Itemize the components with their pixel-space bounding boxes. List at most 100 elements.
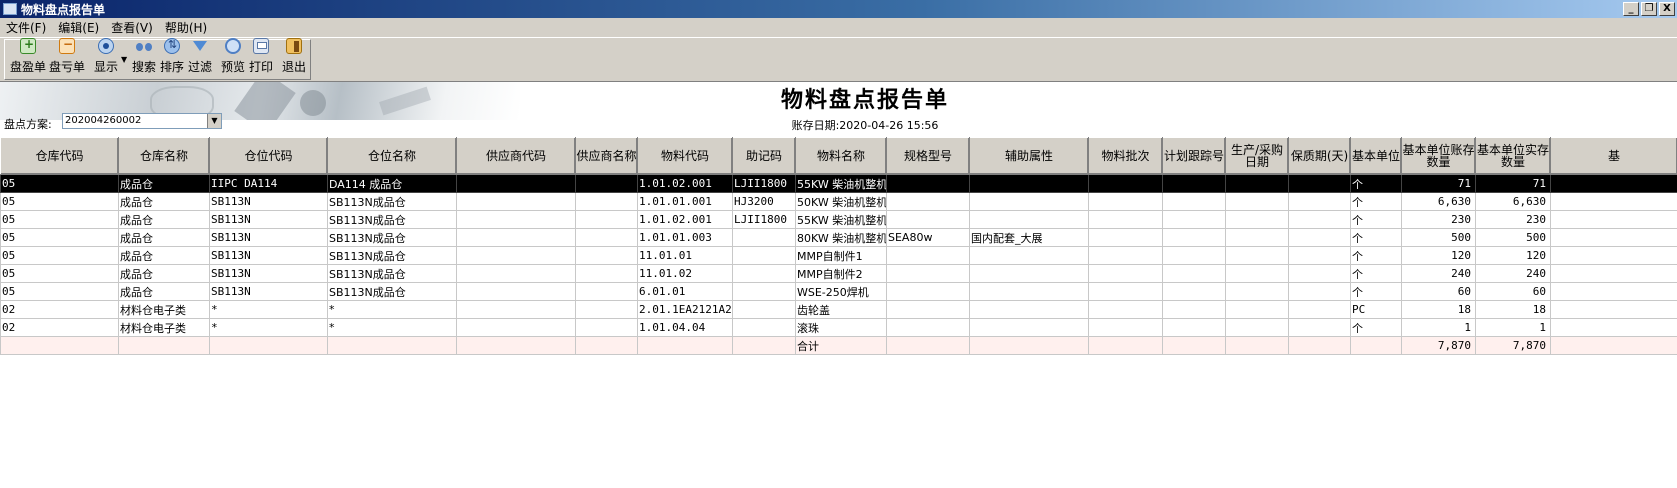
table-cell: 60 [1401,282,1476,301]
column-header[interactable]: 物料代码 [637,137,733,175]
table-cell [1225,210,1289,229]
table-row[interactable]: 05 成品仓 IIPC DA114 DA114 成品仓 1.01.02.001 LJII1… [0,174,1677,193]
column-header[interactable]: 保质期(天) [1288,137,1351,175]
sort-label: 排序 [159,60,184,74]
loss-order-button[interactable]: 盘亏单 [48,37,86,78]
table-cell [1550,228,1677,247]
table-row[interactable]: 02材料仓电子类**2.01.1EA2121A2840齿轮盖PC1818 [0,300,1677,319]
table-cell: SB113N成品仓 [327,210,457,229]
table-cell [1550,318,1677,337]
column-header[interactable]: 基本单位账存数量 [1401,137,1476,175]
table-cell [1088,192,1163,211]
table-cell [1162,192,1226,211]
table-row[interactable]: 05 成品仓 SB113N SB113N成品仓 11.01.01 MMP自制件1 个 120 1… [0,246,1677,265]
table-cell: SB113N [209,246,328,265]
column-header[interactable]: 助记码 [732,137,796,175]
table-cell: SB113N [209,282,328,301]
window-titlebar: 物料盘点报告单 _ ❐ X [0,0,1677,18]
table-cell: 2.01.1EA2121A2840 [637,300,733,319]
scheme-select[interactable]: 202004260002 ▼ [62,113,222,129]
chevron-down-icon[interactable]: ▼ [207,114,221,128]
column-header[interactable]: 仓库名称 [118,137,210,175]
column-header[interactable]: 仓位代码 [209,137,328,175]
restore-button[interactable]: ❐ [1641,2,1657,16]
table-cell: SB113N [209,210,328,229]
close-button[interactable]: X [1659,2,1675,16]
filter-button[interactable]: 过滤 [186,38,214,78]
column-header[interactable]: 仓库代码 [0,137,119,175]
minimize-button[interactable]: _ [1623,2,1639,16]
table-cell: 11.01.01 [637,246,733,265]
table-cell [1088,228,1163,247]
table-cell: 个 [1350,282,1402,301]
table-cell [456,228,576,247]
table-row[interactable]: 05 成品仓 SB113N SB113N成品仓 6.01.01 WSE-250焊机个 60 6… [0,282,1677,301]
table-cell [209,336,328,355]
table-row[interactable]: 05 成品仓 SB113N SB113N成品仓 1.01.01.003 80KW 柴油机整… [0,228,1677,247]
column-header[interactable]: 仓位名称 [327,137,457,175]
table-row[interactable]: 05 成品仓 SB113N SB113N成品仓 1.01.01.001 HJ3200 50K… [0,192,1677,211]
table-cell [732,318,796,337]
column-header[interactable]: 基本单位 [1350,137,1402,175]
table-row[interactable]: 02 材料仓电子类 * * 1.01.04.04 滚珠个 1 1 [0,318,1677,337]
toolbar: 盘盈单 盘亏单 显示 ▼ 搜索 排序 过滤 预览 打印 退出 [0,37,1677,82]
column-header[interactable]: 生产/采购日期 [1225,137,1289,175]
total-row[interactable]: 合计 7,870 7,870 [0,336,1677,355]
preview-button[interactable]: 预览 [219,38,247,78]
column-header[interactable]: 物料批次 [1088,137,1163,175]
table-cell [0,336,119,355]
table-cell: 05 [0,264,119,283]
table-cell [1088,318,1163,337]
search-button[interactable]: 搜索 [130,38,158,78]
exit-button[interactable]: 退出 [280,38,308,78]
table-cell [456,210,576,229]
window-title: 物料盘点报告单 [21,2,106,17]
display-button[interactable]: 显示 [92,38,120,78]
menu-help[interactable]: 帮助(H) [159,19,213,36]
table-cell [637,336,733,355]
table-row[interactable]: 05 成品仓 SB113N SB113N成品仓 1.01.02.001 LJII1800 5… [0,210,1677,229]
loss-order-label: 盘亏单 [48,60,85,74]
menu-edit[interactable]: 编辑(E) [52,19,105,36]
table-cell [1225,300,1289,319]
table-cell [732,264,796,283]
table-cell: 240 [1475,264,1551,283]
table-cell [886,174,970,193]
table-cell [886,282,970,301]
display-dropdown-arrow-icon[interactable]: ▼ [121,55,127,64]
column-header[interactable]: 物料名称 [795,137,887,175]
table-cell: 500 [1475,228,1551,247]
column-header[interactable]: 基 [1550,137,1677,175]
column-header[interactable]: 基本单位实存数量 [1475,137,1551,175]
table-cell [1288,192,1351,211]
table-cell [969,318,1089,337]
column-header[interactable]: 计划跟踪号 [1162,137,1226,175]
table-cell [969,300,1089,319]
table-cell [732,282,796,301]
column-header[interactable]: 供应商代码 [456,137,576,175]
binoculars-icon [136,38,152,54]
print-button[interactable]: 打印 [247,38,275,78]
table-cell: SB113N [209,264,328,283]
table-cell: 个 [1350,174,1402,193]
column-header[interactable]: 辅助属性 [969,137,1089,175]
column-header[interactable]: 供应商名称 [575,137,638,175]
table-cell: SEA80w [886,228,970,247]
profit-order-button[interactable]: 盘盈单 [9,37,47,78]
table-cell [1162,264,1226,283]
menu-view[interactable]: 查看(V) [105,19,159,36]
column-header[interactable]: 规格型号 [886,137,970,175]
table-cell: LJII1800 [732,174,796,193]
table-cell [1162,336,1226,355]
table-cell: HJ3200 [732,192,796,211]
table-cell [886,264,970,283]
table-cell: 50KW 柴油机整机 [795,192,887,211]
table-cell [1550,210,1677,229]
table-cell: 55KW 柴油机整机 [795,174,887,193]
menu-file[interactable]: 文件(F) [0,19,52,36]
table-cell: 500 [1401,228,1476,247]
table-row[interactable]: 05 成品仓 SB113N SB113N成品仓 11.01.02 MMP自制件2 个 240 2… [0,264,1677,283]
scheme-label: 盘点方案: [4,118,52,131]
sort-button[interactable]: 排序 [158,38,186,78]
table-cell: 1.01.02.001 [637,210,733,229]
